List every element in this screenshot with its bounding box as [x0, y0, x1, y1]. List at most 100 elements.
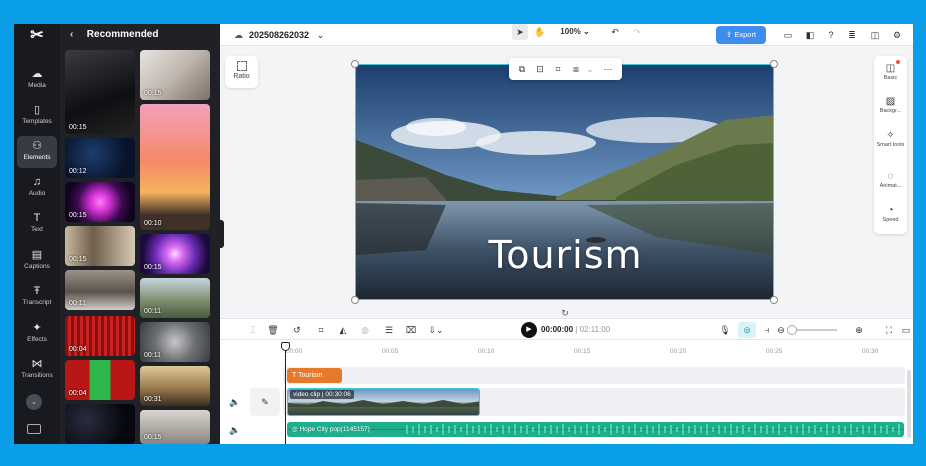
rail-item-captions[interactable]: ▤ Captions [17, 245, 57, 277]
playhead[interactable] [285, 344, 286, 444]
element-thumb[interactable]: 00:15 [65, 182, 135, 222]
playhead-handle[interactable] [281, 342, 290, 351]
element-thumb[interactable]: 00:10 [140, 104, 210, 230]
zoom-out-icon[interactable]: ⊖ [775, 322, 787, 338]
preview-canvas[interactable]: Tourism [355, 64, 774, 300]
help-icon[interactable]: ? [824, 27, 838, 43]
element-thumb[interactable]: 00:15 [65, 226, 135, 266]
rail-item-audio[interactable]: ♫ Audio [17, 172, 57, 204]
hand-icon[interactable]: ✋ [532, 24, 548, 40]
timecode: 00:00:00 | 02:11:00 [541, 322, 610, 338]
element-thumb[interactable]: 00:11 [140, 322, 210, 362]
timeline-scrollbar[interactable] [907, 370, 911, 438]
filter-icon[interactable]: ☰ [382, 322, 396, 338]
rail-item-text[interactable]: T Text [17, 208, 57, 240]
edit-cover-button[interactable]: ✎ [250, 388, 280, 416]
video-clip[interactable]: video clip | 00:30:06 [287, 388, 480, 416]
capcut-logo-icon[interactable]: ✂ [25, 26, 49, 46]
timeline-zoom-knob[interactable] [787, 325, 797, 335]
audio-clip[interactable]: ◎ Hope City pop(1145157) [287, 422, 904, 437]
comment-icon[interactable]: ▭ [900, 322, 912, 338]
text-clip[interactable]: T Tourism [287, 368, 342, 383]
rail-item-label: Elements [23, 154, 51, 161]
present-icon[interactable]: ▭ [781, 27, 795, 43]
fit-icon[interactable]: ⊡ [533, 61, 547, 77]
ratio-button[interactable]: Ratio [225, 56, 258, 88]
rp-animation[interactable]: ◌ Animat... [874, 171, 907, 190]
resize-handle-br[interactable] [770, 296, 778, 304]
select-pointer-icon[interactable]: ➤ [512, 24, 528, 40]
account-avatar[interactable]: ⌄ [26, 394, 42, 410]
elements-panel: ‹ Recommended 00:15 00:12 00:15 00:15 00… [60, 24, 220, 444]
back-chevron-icon[interactable]: ‹ [70, 24, 84, 46]
resize-handle-tr[interactable] [770, 60, 778, 68]
media-icon: ☁ [31, 68, 43, 80]
rp-background[interactable]: ▨ Backgr... [874, 96, 907, 115]
panel-collapse-handle[interactable] [220, 220, 224, 248]
text-clip-label: Tourism [297, 372, 323, 379]
layout-icon[interactable]: ◫ [868, 27, 882, 43]
element-thumb[interactable]: 00:04 [65, 316, 135, 356]
mask-icon[interactable]: ◍ [358, 322, 372, 338]
element-thumb[interactable]: 00:15 [140, 410, 210, 444]
captions-icon: ▤ [31, 249, 43, 261]
play-button[interactable]: ▶ [521, 322, 537, 338]
speaker-icon[interactable]: 🔈 [229, 424, 241, 436]
rail-item-label: Effects [27, 336, 47, 343]
split-clip-icon[interactable]: ⫞ [760, 322, 774, 338]
thumb-duration: 00:11 [144, 308, 161, 315]
keyboard-icon[interactable] [27, 424, 41, 434]
playback-toolbar: ⌶ 🗑 ↺ ⌗ ◭ ◍ ☰ ⌧ ⇩⌄ ▶ 00:00:00 | 02:11:00… [220, 318, 913, 340]
fullscreen-icon[interactable]: ⛶ [882, 322, 896, 338]
element-thumb[interactable]: 00:15 [140, 50, 210, 100]
redo-icon[interactable]: ↷ [630, 24, 644, 40]
element-thumb[interactable] [65, 404, 135, 444]
rail-item-templates[interactable]: ▯ Templates [17, 100, 57, 132]
rail-item-transitions[interactable]: ⋈ Transitions [17, 354, 57, 386]
stack-icon[interactable]: ≣ [845, 27, 859, 43]
rotate-icon[interactable]: ↻ [560, 308, 570, 318]
replace-icon[interactable]: ⧉ [515, 61, 529, 77]
undo-icon[interactable]: ↶ [608, 24, 622, 40]
auto-snap-icon[interactable]: ⊜ [738, 322, 756, 338]
element-thumb[interactable]: 00:12 [65, 138, 135, 178]
rp-smart-tools[interactable]: ✧ Smart tools [874, 130, 907, 149]
share-icon[interactable]: ◧ [803, 27, 817, 43]
resize-handle-bl[interactable] [351, 296, 359, 304]
rail-item-label: Text [31, 226, 43, 233]
speaker-icon[interactable]: 🔈 [229, 396, 241, 408]
flip-icon[interactable]: ◭ [336, 322, 350, 338]
more-icon[interactable]: ⋯ [601, 61, 615, 77]
crop-icon[interactable]: ⌗ [551, 61, 565, 77]
zoom-in-icon[interactable]: ⊕ [852, 322, 866, 338]
layer-icon[interactable]: ⧈ [569, 61, 583, 77]
rp-label: Animat... [879, 183, 902, 189]
replay-icon[interactable]: ↺ [290, 322, 304, 338]
rail-item-effects[interactable]: ✦ Effects [17, 318, 57, 350]
split-disabled-icon[interactable]: ⌶ [246, 322, 260, 338]
element-thumb[interactable]: 00:31 [140, 366, 210, 406]
rail-item-transcript[interactable]: Ŧ Transcript [17, 281, 57, 313]
freeze-icon[interactable]: ⌧ [404, 322, 418, 338]
element-thumb[interactable]: 00:11 [140, 278, 210, 318]
timeline[interactable]: 00:00 00:05 00:10 00:15 00:20 00:25 00:3… [220, 340, 913, 444]
download-icon[interactable]: ⇩⌄ [426, 322, 446, 338]
chevron-down-icon[interactable]: ⌄ [583, 61, 597, 77]
settings-icon[interactable]: ⚙ [890, 27, 904, 43]
crop-icon[interactable]: ⌗ [314, 322, 328, 338]
rail-item-elements[interactable]: ⚇ Elements [17, 136, 57, 168]
rp-speed[interactable]: ◔ Speed [874, 205, 907, 224]
element-thumb[interactable]: 00:15 [65, 50, 135, 134]
delete-icon[interactable]: 🗑 [266, 322, 280, 338]
overlay-title-text[interactable]: Tourism [356, 233, 773, 277]
zoom-dropdown[interactable]: 100% ⌄ [558, 24, 592, 40]
resize-handle-tl[interactable] [351, 60, 359, 68]
microphone-icon[interactable]: 🎙 [718, 322, 732, 338]
export-button[interactable]: ⇪ Export [716, 26, 766, 44]
element-thumb[interactable]: 00:11 [65, 270, 135, 310]
rp-basic[interactable]: ◫ Basic [874, 63, 907, 82]
rail-item-media[interactable]: ☁ Media [17, 64, 57, 96]
project-name[interactable]: ☁ 202508262032 ⌄ [234, 24, 324, 46]
element-thumb[interactable]: 00:15 [140, 234, 210, 274]
element-thumb[interactable]: 00:04 [65, 360, 135, 400]
